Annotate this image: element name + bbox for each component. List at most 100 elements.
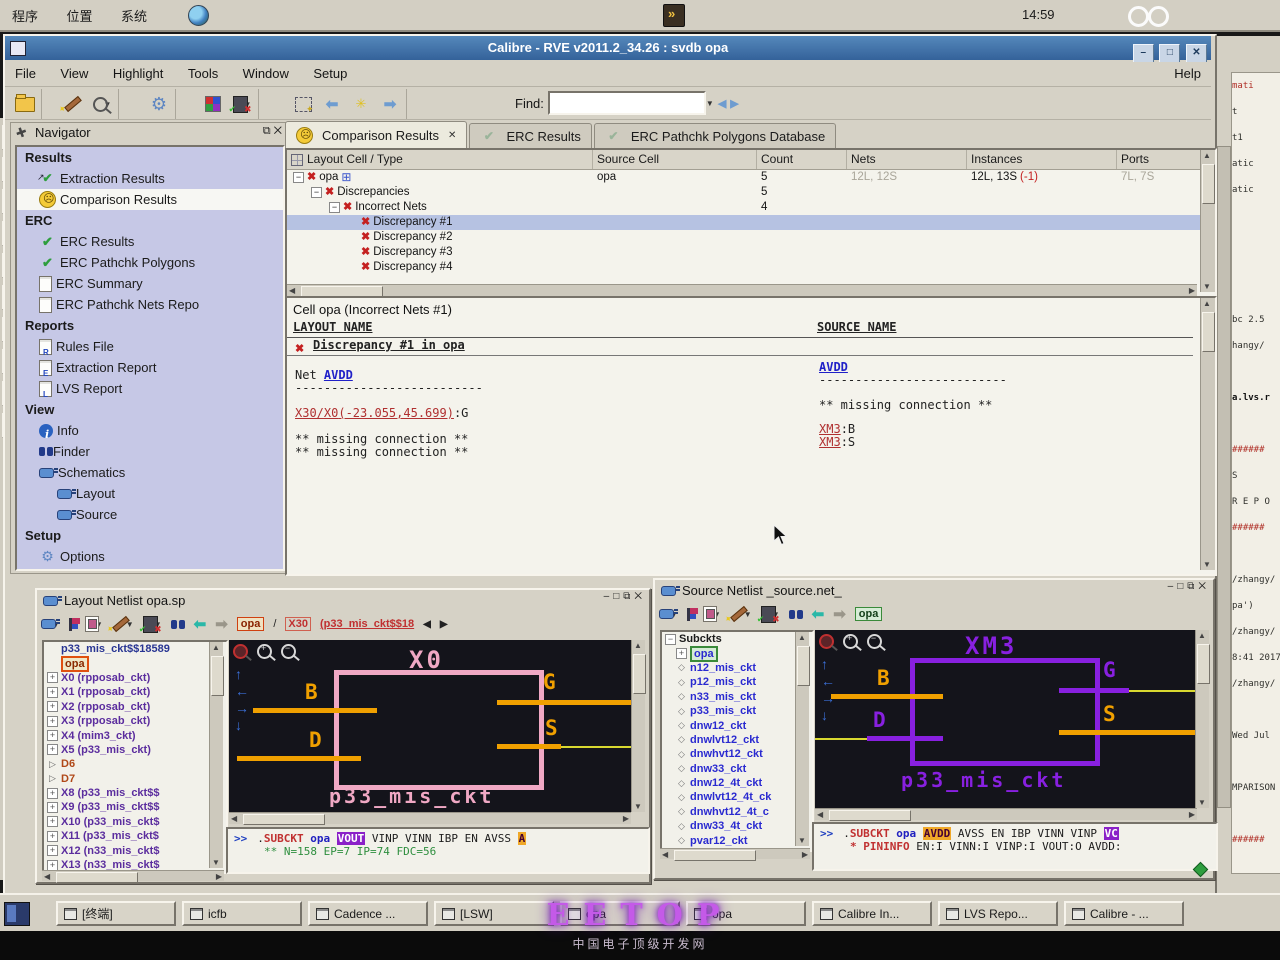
net-link[interactable]: AVDD: [819, 360, 848, 374]
doc-icon[interactable]: ▼: [703, 603, 721, 625]
column-count[interactable]: Count: [757, 150, 847, 169]
find-next-icon[interactable]: ▶: [730, 97, 738, 110]
back-arrow-icon[interactable]: ⬅: [194, 615, 207, 633]
taskbar-button[interactable]: opa: [560, 901, 680, 926]
tab[interactable]: ERC Pathchk Polygons Database: [594, 123, 836, 148]
flag-icon[interactable]: ▼: [687, 603, 694, 625]
palette-icon[interactable]: [202, 93, 224, 115]
find-dropdown-icon[interactable]: ▼: [706, 99, 714, 108]
tree-item[interactable]: dnwlvt12_4t_ck: [662, 790, 812, 804]
browser-globe-icon[interactable]: [188, 5, 209, 26]
instance-symbol-box[interactable]: [334, 670, 544, 790]
tree-item[interactable]: X2 (rpposab_ckt): [44, 700, 226, 714]
taskbar-button[interactable]: Cadence ...: [308, 901, 428, 926]
coords-link[interactable]: (-23.055,45.699): [338, 406, 454, 420]
expander-icon[interactable]: [329, 202, 340, 213]
tree-hscrollbar[interactable]: [42, 870, 224, 881]
tree-item[interactable]: X5 (p33_mis_ckt): [44, 743, 226, 757]
close-icon[interactable]: ✕: [274, 125, 285, 137]
minimize-icon[interactable]: –: [604, 591, 614, 602]
menu-view[interactable]: View: [50, 62, 98, 81]
schematic-hscrollbar[interactable]: [229, 812, 631, 824]
table-row[interactable]: Discrepancy #3: [287, 245, 1215, 260]
instance-link[interactable]: X30/X0: [295, 406, 338, 420]
tree-vscrollbar[interactable]: [795, 632, 809, 846]
binoculars-icon[interactable]: [789, 603, 803, 625]
navigator-item[interactable]: ERC Pathchk Polygons: [17, 252, 283, 273]
tree-item[interactable]: opa: [662, 646, 812, 660]
table-row[interactable]: Incorrect Nets 4: [287, 200, 1215, 215]
source-schematic-view[interactable]: + − ↑←→↓ XM3 p33_mis_ckt B D G S: [815, 630, 1197, 808]
tree-item[interactable]: n33_mis_ckt: [662, 690, 812, 704]
tree-item[interactable]: dnw33_ckt: [662, 762, 812, 776]
instance-link[interactable]: XM3: [819, 435, 841, 449]
highlight-pen-icon[interactable]: [62, 93, 84, 115]
layout-netlist-titlebar[interactable]: Layout Netlist opa.sp: [43, 593, 185, 608]
tree-item[interactable]: p33_mis_ckt$$18589: [44, 642, 226, 656]
menu-file[interactable]: File: [5, 62, 46, 81]
column-layout-cell[interactable]: Layout Cell / Type: [287, 150, 593, 169]
tab[interactable]: Comparison Results: [285, 121, 467, 148]
maximize-icon[interactable]: □: [1177, 581, 1187, 592]
pan-arrows[interactable]: ↑←→↓: [235, 668, 249, 732]
highlight-pen-icon[interactable]: ▼: [730, 603, 752, 625]
tree-vscrollbar[interactable]: [209, 642, 223, 868]
navigator-item[interactable]: Extraction Results: [17, 168, 283, 189]
tree-root[interactable]: Subckts: [662, 632, 812, 646]
taskbar-button[interactable]: opa: [686, 901, 806, 926]
zoom-out-icon[interactable]: −: [281, 644, 296, 659]
expander-icon[interactable]: [311, 187, 322, 198]
table-row[interactable]: opa opa 5 12L, 12S 12L, 13S(-1) 7L, 7S: [287, 170, 1215, 185]
clock[interactable]: 14:59: [1022, 7, 1055, 22]
tree-item[interactable]: X4 (mim3_ckt): [44, 728, 226, 742]
navigator-item[interactable]: ERC Summary: [17, 273, 283, 294]
taskbar-button[interactable]: Calibre In...: [812, 901, 932, 926]
tree-item[interactable]: X10 (p33_mis_ckt$: [44, 815, 226, 829]
tree-item[interactable]: pvar12_ckt: [662, 833, 812, 847]
column-instances[interactable]: Instances: [967, 150, 1117, 169]
menu-system[interactable]: 系统: [109, 0, 159, 25]
tree-item[interactable]: D6: [44, 757, 226, 771]
navigator-item[interactable]: Results: [17, 147, 283, 168]
tree-item[interactable]: X8 (p33_mis_ckt$$: [44, 786, 226, 800]
navigator-item[interactable]: ERC: [17, 210, 283, 231]
table-row[interactable]: Discrepancy #1: [287, 215, 1215, 230]
tab[interactable]: ERC Results: [469, 123, 591, 148]
discrepancy-title[interactable]: Discrepancy #1 in opa: [313, 338, 465, 352]
navigator-item[interactable]: Rules File: [17, 336, 283, 357]
taskbar-button[interactable]: [终端]: [56, 901, 176, 926]
zoom-in-icon[interactable]: +: [257, 644, 272, 659]
open-folder-icon[interactable]: [14, 93, 36, 115]
navigator-item[interactable]: Setup: [17, 525, 283, 546]
undock-icon[interactable]: ⧉: [623, 591, 634, 602]
back-arrow-icon[interactable]: ⬅: [812, 605, 825, 623]
navigator-item[interactable]: Source: [17, 504, 283, 525]
breadcrumb-instance[interactable]: X30: [285, 617, 311, 631]
layout-schematic-view[interactable]: + − ↑←→↓ X0 p33_mis_ckt B D G S: [229, 640, 631, 812]
undock-icon[interactable]: ⧉: [263, 125, 274, 137]
tree-hscrollbar[interactable]: [660, 848, 810, 859]
tree-item[interactable]: dnw33_4t_ckt: [662, 819, 812, 833]
navigator-item[interactable]: Extraction Report: [17, 357, 283, 378]
navigator-item[interactable]: ERC Pathchk Nets Repo: [17, 294, 283, 315]
table-vscrollbar[interactable]: [1200, 150, 1215, 292]
expander-icon[interactable]: [293, 172, 304, 183]
table-row[interactable]: Discrepancies 5: [287, 185, 1215, 200]
panel-app-icon[interactable]: [663, 4, 685, 27]
workspace-switcher[interactable]: [4, 902, 30, 926]
menu-setup[interactable]: Setup: [303, 62, 357, 81]
tab-close-icon[interactable]: [448, 130, 456, 141]
plug-icon[interactable]: ▼: [41, 613, 60, 635]
tree-item[interactable]: X1 (rpposab_ckt): [44, 685, 226, 699]
minimize-button[interactable]: –: [1133, 44, 1154, 63]
binoculars-icon[interactable]: [171, 613, 185, 635]
breadcrumb-cell[interactable]: opa: [855, 607, 883, 621]
tree-item[interactable]: n12_mis_ckt: [662, 661, 812, 675]
pan-arrows[interactable]: ↑←→↓: [821, 658, 835, 722]
tree-item[interactable]: D7: [44, 772, 226, 786]
find-input[interactable]: [548, 91, 706, 115]
tree-item[interactable]: X12 (n33_mis_ckt$: [44, 843, 226, 857]
navigator-item[interactable]: Reports: [17, 315, 283, 336]
chip-icon[interactable]: ▼: [761, 603, 780, 625]
source-netlist-titlebar[interactable]: Source Netlist _source.net_: [661, 583, 842, 598]
